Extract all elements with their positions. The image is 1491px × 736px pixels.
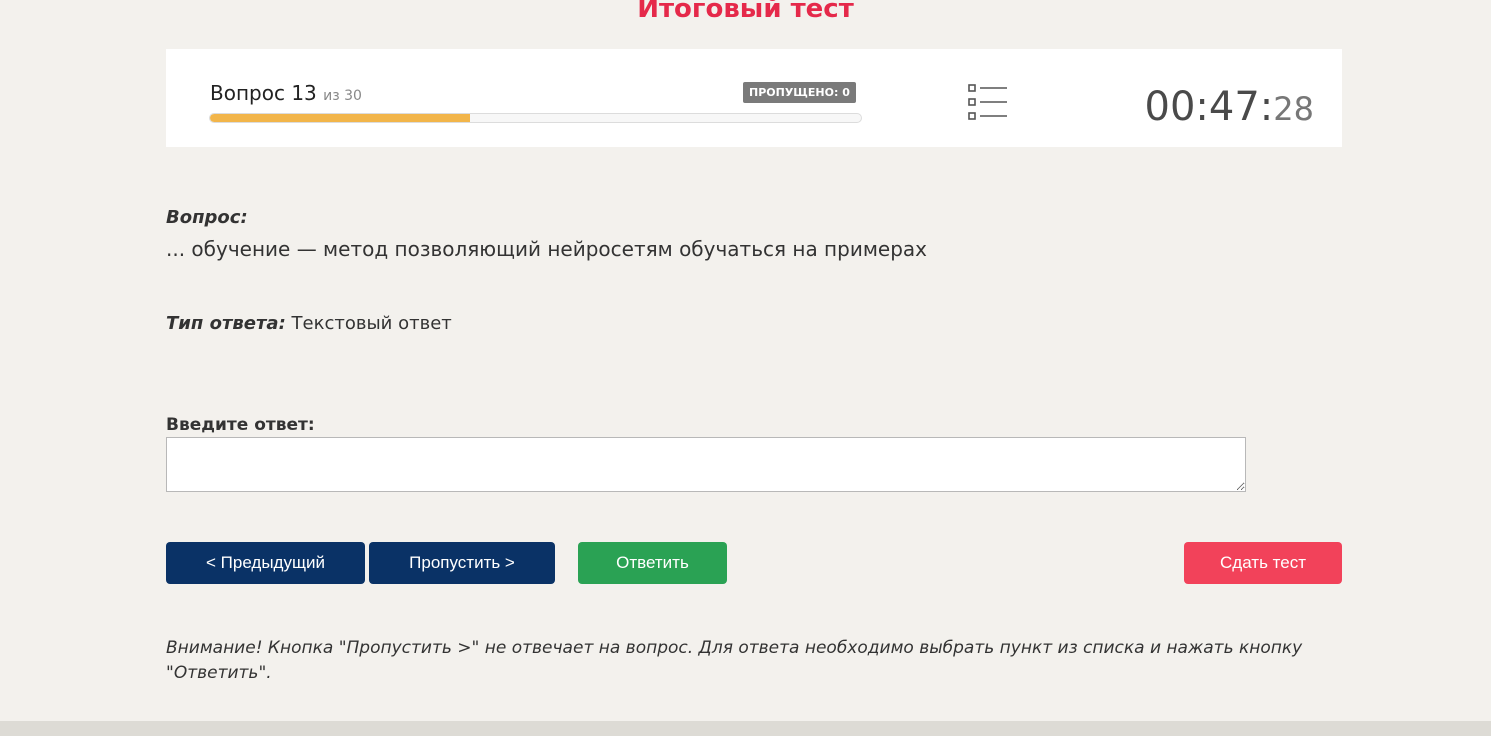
question-label: Вопрос: <box>166 207 248 228</box>
answer-type-label: Тип ответа: <box>166 313 286 334</box>
timer: 00:47:28 <box>1145 85 1314 131</box>
answer-button[interactable]: Ответить <box>578 542 727 584</box>
question-counter: Вопрос 13 из 30 <box>210 81 362 105</box>
timer-seconds: 28 <box>1273 90 1314 128</box>
footer-band <box>0 721 1491 736</box>
question-number: Вопрос 13 <box>210 81 317 105</box>
skipped-badge: ПРОПУЩЕНО: 0 <box>743 82 856 103</box>
status-panel: Вопрос 13 из 30 ПРОПУЩЕНО: 0 00:47:28 <box>166 49 1342 147</box>
answer-input[interactable] <box>166 437 1246 492</box>
answer-type-value: Текстовый ответ <box>291 313 452 334</box>
question-total: из 30 <box>323 88 362 104</box>
submit-test-button[interactable]: Сдать тест <box>1184 542 1342 584</box>
answer-input-label: Введите ответ: <box>166 415 315 435</box>
timer-main: 00:47: <box>1144 84 1274 130</box>
answer-type: Тип ответа: Текстовый ответ <box>166 313 452 334</box>
question-text: ... обучение — метод позволяющий нейросе… <box>166 237 928 261</box>
question-list-icon[interactable] <box>967 83 1009 121</box>
previous-button[interactable]: < Предыдущий <box>166 542 365 584</box>
skip-button[interactable]: Пропустить > <box>369 542 555 584</box>
page-title: Итоговый тест <box>637 0 854 24</box>
warning-text: Внимание! Кнопка "Пропустить >" не отвеч… <box>166 638 1303 683</box>
progress-bar <box>209 113 862 123</box>
progress-fill <box>210 114 471 122</box>
